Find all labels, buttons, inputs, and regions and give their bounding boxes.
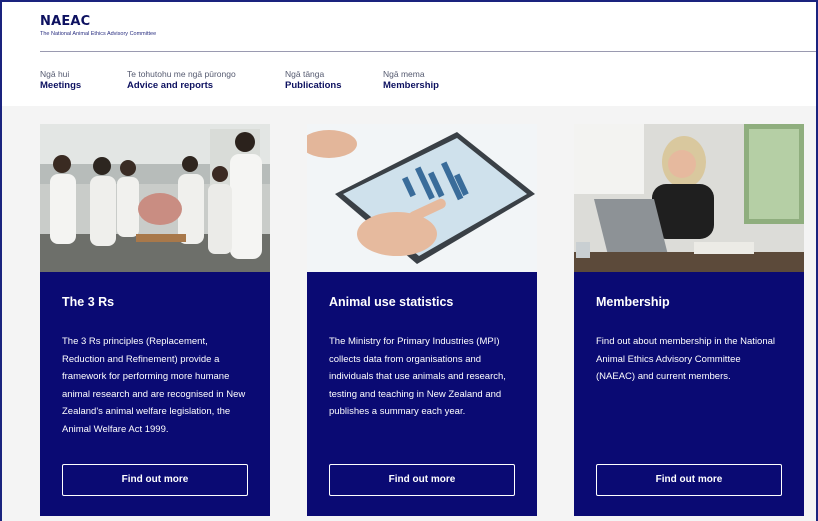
card-membership: Membership Find out about membership in … — [574, 124, 804, 516]
find-out-more-button[interactable]: Find out more — [62, 464, 248, 496]
nav-item-label: Meetings — [40, 80, 82, 91]
brand-logo[interactable]: NAEAC The National Animal Ethics Advisor… — [40, 14, 156, 37]
brand-name: NAEAC — [40, 14, 91, 29]
main-nav: Ngā hui Meetings Te tohutohu me ngā pūro… — [40, 69, 473, 92]
nav-item-label: Publications — [285, 80, 342, 91]
nav-item-publications[interactable]: Ngā tānga Publications — [285, 69, 383, 92]
nav-item-maori: Ngā hui — [40, 69, 70, 79]
nav-item-maori: Ngā tānga — [285, 69, 325, 79]
nav-item-maori: Te tohutohu me ngā pūrongo — [127, 69, 236, 79]
nav-item-maori: Ngā mema — [383, 69, 425, 79]
nav-item-label: Advice and reports — [127, 80, 214, 91]
card-3rs: The 3 Rs The 3 Rs principles (Replacemen… — [40, 124, 270, 516]
woman-at-desk-photo — [574, 124, 804, 272]
find-out-more-button[interactable]: Find out more — [329, 464, 515, 496]
site-header: NAEAC The National Animal Ethics Advisor… — [2, 2, 816, 106]
card-title: Animal use statistics — [329, 295, 454, 309]
nav-item-advice-and-reports[interactable]: Te tohutohu me ngā pūrongo Advice and re… — [127, 69, 285, 92]
tablet-chart-photo — [307, 124, 537, 272]
card-animal-use-statistics: Animal use statistics The Ministry for P… — [307, 124, 537, 516]
card-body: Find out about membership in the Nationa… — [596, 336, 776, 382]
nav-item-membership[interactable]: Ngā mema Membership — [383, 69, 473, 92]
brand-subtitle: The National Animal Ethics Advisory Comm… — [40, 31, 157, 37]
nav-item-meetings[interactable]: Ngā hui Meetings — [40, 69, 127, 92]
card-grid: The 3 Rs The 3 Rs principles (Replacemen… — [40, 124, 804, 516]
card-body: The 3 Rs principles (Replacement, Reduct… — [62, 336, 246, 435]
lab-students-photo — [40, 124, 270, 272]
card-title: Membership — [596, 295, 670, 309]
header-divider — [40, 51, 816, 52]
page-frame: NAEAC The National Animal Ethics Advisor… — [0, 0, 818, 521]
nav-item-label: Membership — [383, 80, 439, 91]
card-body: The Ministry for Primary Industries (MPI… — [329, 336, 506, 417]
card-title: The 3 Rs — [62, 295, 115, 309]
find-out-more-button[interactable]: Find out more — [596, 464, 782, 496]
